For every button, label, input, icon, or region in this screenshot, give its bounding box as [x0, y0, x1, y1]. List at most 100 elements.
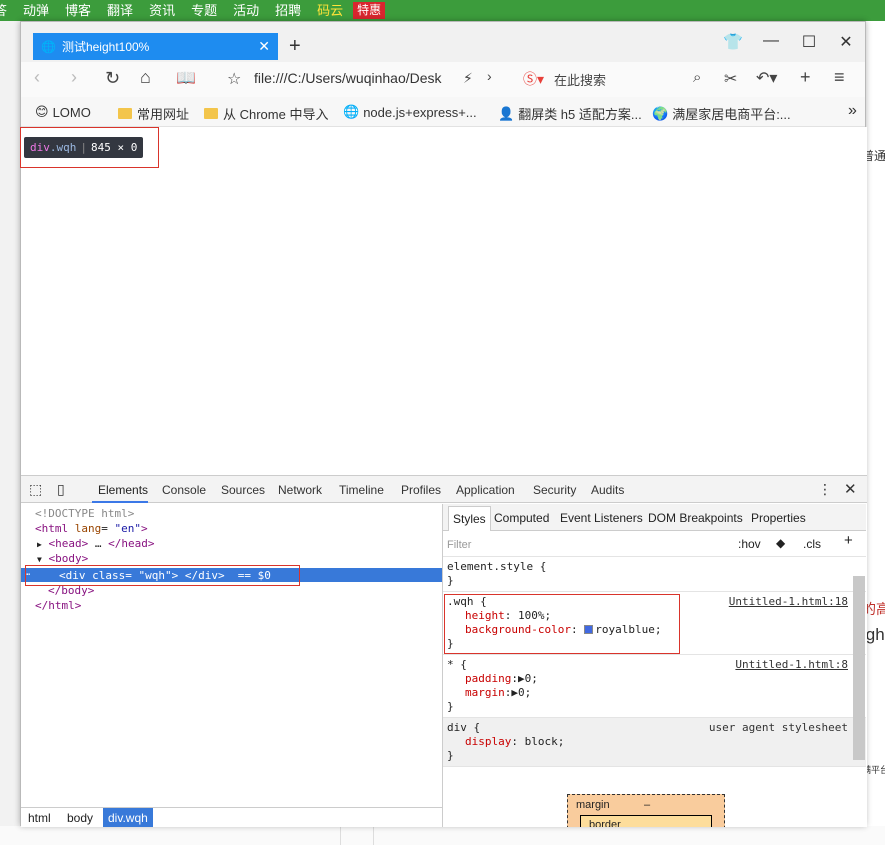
breadcrumb-html[interactable]: html: [28, 811, 51, 825]
search-input[interactable]: 在此搜索: [554, 70, 606, 89]
dom-tag: <body>: [48, 552, 89, 565]
bookmark-label: 从 Chrome 中导入: [223, 107, 329, 122]
new-tab-button[interactable]: +: [289, 36, 301, 56]
bg-text: igh: [866, 625, 885, 644]
maximize-button[interactable]: ☐: [799, 32, 819, 52]
star-icon[interactable]: ☆: [227, 69, 241, 89]
tab-computed[interactable]: Computed: [494, 511, 549, 525]
filter-input[interactable]: Filter: [447, 538, 471, 552]
background-page-bottom: [0, 826, 885, 845]
nav-item[interactable]: 动弹: [15, 0, 57, 21]
nav-badge[interactable]: 特惠: [353, 2, 386, 19]
bookmark-item[interactable]: 🌐 node.js+express+...: [343, 104, 477, 120]
collapse-triangle-icon[interactable]: ▼: [37, 555, 42, 564]
rule-element-style: element.style { }: [443, 557, 866, 592]
filter-row: Filter :hov ◆ .cls +: [443, 531, 866, 557]
tab-console[interactable]: Console: [162, 483, 206, 497]
bookmark-item[interactable]: 👤 翻屏类 h5 适配方案...: [498, 104, 642, 123]
rule-selector: element.style {: [447, 560, 547, 573]
globe-icon: 🌐: [41, 39, 56, 54]
forward-icon[interactable]: ›: [71, 67, 77, 88]
color-format-icon[interactable]: ◆: [776, 536, 785, 550]
page-viewport: div.wqh | 845 × 0: [20, 127, 867, 475]
tab-title: 测试height100%: [61, 40, 150, 54]
bookmark-item[interactable]: 从 Chrome 中导入: [204, 104, 328, 123]
styles-panel: Styles Computed Event Listeners DOM Brea…: [442, 504, 866, 827]
bookmark-item[interactable]: 常用网址: [118, 104, 189, 123]
box-model-margin-value[interactable]: –: [644, 798, 650, 812]
menu-icon[interactable]: ≡: [834, 67, 845, 88]
nav-item[interactable]: 翻译: [99, 0, 141, 21]
annotation-box: [444, 594, 680, 654]
bg-text: 普通: [866, 149, 885, 163]
chevron-right-icon[interactable]: ›: [487, 68, 492, 84]
back-icon[interactable]: ‹: [34, 67, 40, 88]
tab-application[interactable]: Application: [456, 483, 515, 497]
nav-item[interactable]: 博客: [57, 0, 99, 21]
nav-item[interactable]: 答: [0, 0, 15, 21]
cls-toggle[interactable]: .cls: [803, 537, 821, 551]
tab-dom-breakpoints[interactable]: DOM Breakpoints: [648, 511, 743, 525]
tab-elements[interactable]: Elements: [98, 483, 148, 497]
dom-html-close[interactable]: </html>: [35, 598, 81, 613]
css-property[interactable]: padding:▶0;: [447, 672, 846, 686]
add-icon[interactable]: +: [800, 67, 811, 88]
background-page-fragment: 普通 的高 igh 满平台: [866, 21, 885, 845]
css-property[interactable]: margin:▶0;: [447, 686, 846, 700]
tab-styles[interactable]: Styles: [448, 506, 491, 531]
nav-item[interactable]: 资讯: [141, 0, 183, 21]
dom-doctype[interactable]: <!DOCTYPE html>: [35, 506, 134, 521]
bookmark-item[interactable]: 😊 LOMO: [35, 104, 91, 120]
rule-source-link[interactable]: Untitled-1.html:8: [735, 658, 848, 672]
nav-item[interactable]: 专题: [183, 0, 225, 21]
address-bar[interactable]: file:///C:/Users/wuqinhao/Desk: [254, 70, 449, 86]
nav-item[interactable]: 招聘: [267, 0, 309, 21]
rule-source-link[interactable]: Untitled-1.html:18: [729, 595, 848, 609]
tab-event-listeners[interactable]: Event Listeners: [560, 511, 643, 525]
home-icon[interactable]: ⌂: [140, 67, 151, 88]
hov-toggle[interactable]: :hov: [738, 537, 761, 551]
folder-icon: [118, 108, 132, 119]
styles-scrollbar[interactable]: [853, 576, 865, 760]
close-devtools-icon[interactable]: ✕: [844, 480, 857, 498]
lightning-icon[interactable]: ⚡: [463, 70, 473, 87]
breadcrumb-div[interactable]: div.wqh: [103, 808, 153, 827]
tab-properties[interactable]: Properties: [751, 511, 806, 525]
nav-item-gitee[interactable]: 码云: [309, 0, 351, 21]
add-rule-icon[interactable]: +: [844, 533, 853, 548]
device-mode-icon[interactable]: ▯: [57, 481, 65, 498]
rule-close: }: [447, 700, 454, 713]
more-options-icon[interactable]: ⋮: [818, 481, 832, 498]
tab-audits[interactable]: Audits: [591, 483, 624, 497]
tab-sources[interactable]: Sources: [221, 483, 265, 497]
dom-html-open[interactable]: <html lang= "en">: [35, 521, 148, 536]
minimize-button[interactable]: —: [761, 32, 781, 50]
shirt-icon[interactable]: 👕: [723, 32, 743, 52]
close-icon[interactable]: ✕: [258, 38, 270, 55]
divider: [340, 826, 341, 845]
rule-source: user agent stylesheet: [708, 721, 848, 734]
browser-window: 🌐 测试height100% ✕ + 👕 — ☐ ✕ ‹ › ↻ ⌂ 📖 ☆ f…: [20, 21, 867, 827]
tab-security[interactable]: Security: [533, 483, 576, 497]
inspect-element-icon[interactable]: ⬚: [29, 481, 42, 498]
more-bookmarks-button[interactable]: »: [848, 102, 857, 120]
nav-item[interactable]: 活动: [225, 0, 267, 21]
reload-icon[interactable]: ↻: [105, 68, 120, 89]
dom-head[interactable]: ▶ <head> … </head>: [37, 536, 154, 552]
undo-icon[interactable]: ↶▾: [756, 68, 777, 88]
close-window-button[interactable]: ✕: [836, 32, 856, 52]
tab-profiles[interactable]: Profiles: [401, 483, 441, 497]
bookmark-label: 常用网址: [137, 107, 190, 122]
search-icon[interactable]: ⌕: [693, 69, 701, 86]
tab-network[interactable]: Network: [278, 483, 322, 497]
breadcrumb-body[interactable]: body: [67, 811, 93, 825]
tab-timeline[interactable]: Timeline: [339, 483, 384, 497]
browser-tab[interactable]: 🌐 测试height100% ✕: [33, 33, 278, 60]
scissors-icon[interactable]: ✂: [724, 69, 737, 89]
rule-universal: * { Untitled-1.html:8 padding:▶0; margin…: [443, 655, 866, 718]
reader-icon[interactable]: 📖: [176, 68, 196, 88]
expand-triangle-icon[interactable]: ▶: [37, 540, 42, 549]
sogou-search-icon[interactable]: Ⓢ▾: [523, 69, 544, 89]
bookmark-item[interactable]: 🌍 满屋家居电商平台:...: [652, 104, 791, 123]
bg-text: 满平台: [866, 765, 885, 775]
